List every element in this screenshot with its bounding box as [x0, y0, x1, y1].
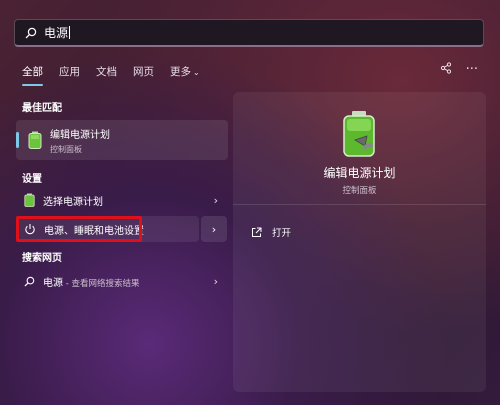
chevron-right-icon: ›	[211, 222, 217, 236]
open-external-icon	[252, 227, 262, 237]
battery-icon	[343, 111, 375, 157]
setting-power-sleep-battery-label: 电源、睡眠和电池设置	[44, 225, 144, 237]
search-value: 电源	[44, 26, 69, 40]
section-best-match: 最佳匹配	[22, 103, 62, 114]
search-icon	[25, 27, 37, 38]
web-search-suffix: - 查看网络搜索结果	[63, 278, 140, 289]
web-search-label: 电源 - 查看网络搜索结果	[43, 274, 139, 289]
open-action-label: 打开	[272, 228, 292, 239]
chevron-right-icon: ›	[213, 193, 218, 207]
share-icon[interactable]	[440, 62, 452, 78]
section-web-search: 搜索网页	[22, 253, 62, 264]
power-icon	[25, 224, 35, 235]
best-match-title: 编辑电源计划	[50, 129, 110, 141]
preview-panel: 编辑电源计划 控制面板 打开	[233, 92, 486, 392]
filter-tabs: 全部 应用 文档 网页 更多 ⌄	[22, 64, 216, 86]
tab-more-label: 更多	[170, 66, 191, 78]
chevron-right-icon: ›	[213, 274, 218, 288]
search-icon	[24, 276, 35, 287]
tab-more[interactable]: 更多 ⌄	[170, 64, 200, 86]
best-match-subtitle: 控制面板	[50, 144, 82, 154]
preview-subtitle: 控制面板	[342, 186, 377, 196]
chevron-down-icon: ⌄	[193, 68, 200, 77]
tab-all[interactable]: 全部	[22, 64, 43, 86]
more-options-icon[interactable]: ···	[466, 62, 478, 78]
tab-web[interactable]: 网页	[133, 64, 154, 86]
text-caret	[69, 26, 71, 39]
battery-icon	[24, 193, 35, 207]
divider	[233, 204, 486, 205]
web-search-term: 电源	[43, 277, 63, 289]
web-search-result[interactable]: 电源 - 查看网络搜索结果 ›	[16, 268, 228, 294]
preview-title: 编辑电源计划	[323, 166, 396, 180]
setting-choose-power-plan-label: 选择电源计划	[43, 196, 103, 208]
tab-apps[interactable]: 应用	[59, 64, 80, 86]
section-settings: 设置	[22, 174, 42, 185]
open-action[interactable]: 打开	[251, 225, 291, 239]
setting-choose-power-plan[interactable]: 选择电源计划 ›	[16, 187, 228, 213]
battery-icon	[28, 131, 42, 149]
expand-arrow-button[interactable]: ›	[201, 216, 227, 242]
tab-documents[interactable]: 文档	[96, 64, 117, 86]
best-match-result[interactable]: 编辑电源计划 控制面板	[16, 120, 228, 160]
top-right-actions: ···	[440, 62, 478, 78]
setting-power-sleep-battery[interactable]: 电源、睡眠和电池设置	[16, 216, 199, 242]
search-input[interactable]: 电源	[14, 19, 484, 47]
